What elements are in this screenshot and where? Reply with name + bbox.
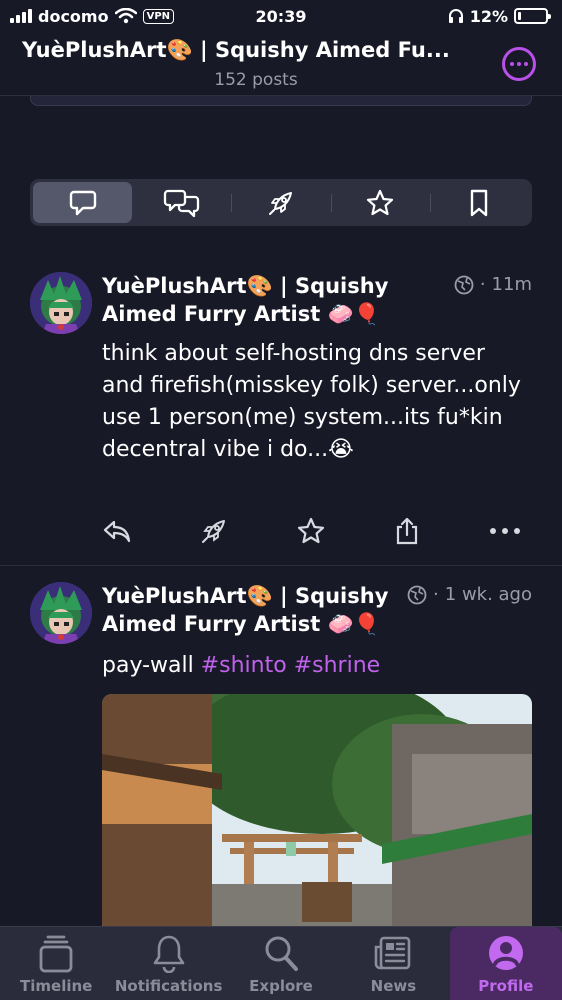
share-icon[interactable] (394, 516, 420, 546)
post-meta: · 1 wk. ago (407, 584, 532, 605)
chat-bubble-icon (69, 190, 96, 215)
vpn-badge: VPN (142, 8, 175, 24)
signal-icon (10, 9, 32, 23)
newspaper-icon (375, 936, 411, 970)
nav-label: Timeline (20, 977, 93, 995)
post-time[interactable]: 1 wk. ago (445, 584, 532, 605)
nav-label: News (370, 977, 417, 995)
post-actions (102, 513, 522, 549)
post-content: think about self-hosting dns server and … (102, 341, 521, 462)
author-name[interactable]: YuèPlushArt🎨 | Squishy Aimed Furry Artis… (102, 582, 432, 638)
bottom-navigation: Timeline Notifications Explore News Prof… (0, 926, 562, 1000)
post-text: pay-wall (102, 653, 201, 678)
favourite-icon[interactable] (296, 516, 326, 546)
tab-boosts[interactable] (231, 182, 330, 223)
post-time[interactable]: 11m (492, 274, 532, 295)
globe-icon (407, 585, 427, 604)
avatar[interactable] (30, 582, 92, 644)
rocket-icon (269, 191, 292, 215)
carrier-label: docomo (38, 6, 109, 26)
nav-notifications[interactable]: Notifications (112, 927, 224, 1000)
search-icon (265, 936, 299, 971)
post-meta: · 11m (454, 274, 532, 295)
reply-icon[interactable] (102, 517, 132, 545)
nav-label: Notifications (114, 977, 223, 995)
hashtag-link[interactable]: #shinto (201, 653, 287, 678)
nav-label: Explore (249, 977, 313, 995)
post-content: pay-wall #shinto #shrine (102, 650, 522, 682)
chat-bubbles-icon (163, 189, 199, 217)
tab-replies[interactable] (132, 182, 231, 223)
bookmark-icon (471, 189, 488, 216)
nav-profile[interactable]: Profile (449, 927, 562, 1000)
page-title: YuèPlushArt🎨 | Squishy Aimed Fu... (22, 38, 450, 62)
wifi-icon (114, 8, 137, 24)
battery-percent: 12% (469, 6, 508, 26)
timeline-icon (39, 935, 73, 973)
globe-icon (454, 275, 474, 294)
hashtag-link[interactable]: #shrine (294, 653, 380, 678)
post[interactable]: YuèPlushArt🎨 | Squishy Aimed Furry Artis… (0, 568, 562, 934)
avatar[interactable] (30, 272, 92, 334)
profile-card-edge (30, 96, 532, 106)
post[interactable]: YuèPlushArt🎨 | Squishy Aimed Furry Artis… (0, 258, 562, 566)
more-menu-button[interactable] (502, 47, 536, 81)
boost-icon[interactable] (200, 517, 228, 545)
nav-explore[interactable]: Explore (225, 927, 337, 1000)
post-filter-tabs (30, 179, 532, 226)
post-count: 152 posts (214, 70, 298, 90)
tab-favourites[interactable] (330, 182, 430, 223)
star-icon (367, 189, 394, 215)
battery-icon (514, 8, 551, 24)
tab-posts[interactable] (33, 182, 133, 223)
tab-bookmarks[interactable] (429, 182, 529, 223)
status-bar: docomo VPN 20:39 12% (0, 0, 562, 32)
headphones-icon (448, 9, 463, 23)
author-name[interactable]: YuèPlushArt🎨 | Squishy Aimed Furry Artis… (102, 272, 432, 328)
profile-header: YuèPlushArt🎨 | Squishy Aimed Fu... 152 p… (0, 32, 562, 96)
image-attachment[interactable] (102, 694, 532, 934)
nav-news[interactable]: News (337, 927, 449, 1000)
profile-icon (488, 936, 523, 970)
nav-timeline[interactable]: Timeline (0, 927, 112, 1000)
nav-label: Profile (478, 977, 534, 995)
more-icon[interactable] (488, 526, 522, 536)
bell-icon (153, 935, 184, 973)
